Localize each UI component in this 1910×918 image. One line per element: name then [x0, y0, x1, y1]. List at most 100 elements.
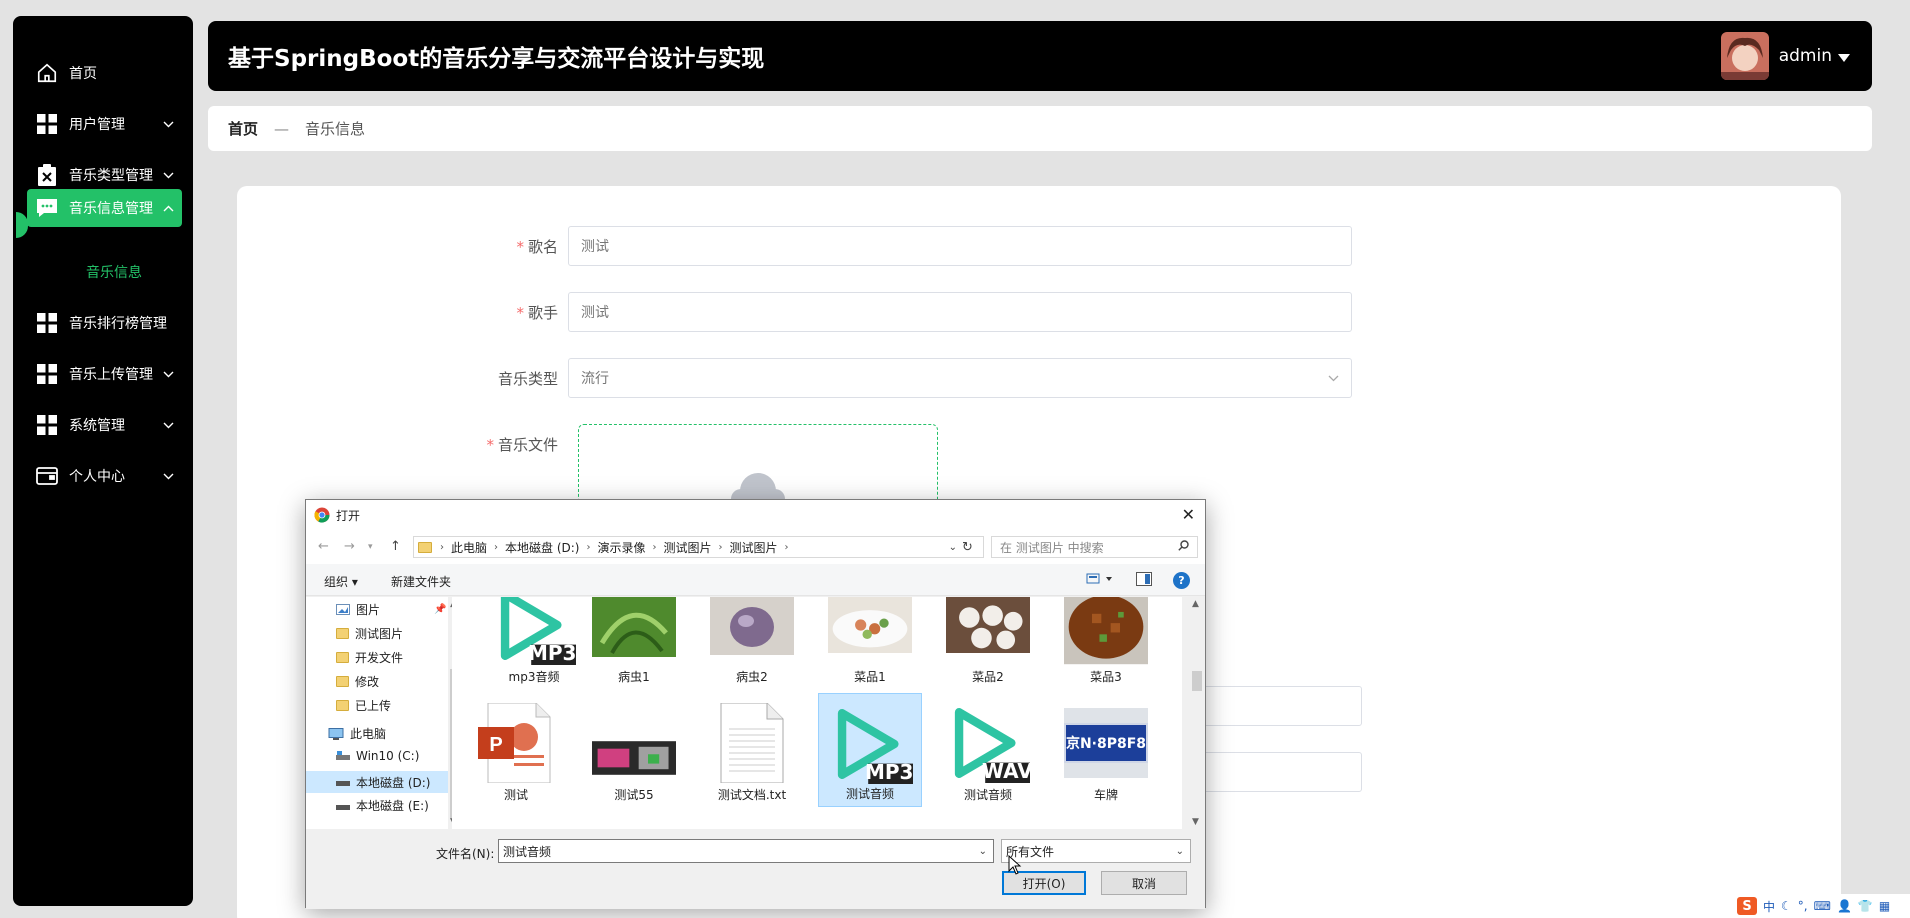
- tree-item-folder[interactable]: 已上传: [336, 697, 391, 714]
- sidebar-item-profile[interactable]: 个人中心: [27, 457, 182, 495]
- refresh-icon[interactable]: ↻: [962, 540, 973, 555]
- file-badge: MP3: [528, 641, 576, 665]
- media-file-icon: MP3: [492, 597, 576, 665]
- file-tile[interactable]: 病虫2: [700, 597, 804, 689]
- path-segment[interactable]: 本地磁盘 (D:): [505, 539, 579, 556]
- tree-item-drive[interactable]: Win10 (C:): [336, 749, 419, 763]
- folder-icon: [418, 541, 432, 553]
- image-thumbnail: [710, 597, 794, 665]
- forward-arrow-icon[interactable]: →: [344, 539, 355, 554]
- keyboard-icon[interactable]: ⌨: [1814, 899, 1831, 913]
- path-segment[interactable]: 此电脑: [451, 539, 487, 556]
- path-segment[interactable]: 演示录像: [597, 539, 645, 556]
- tree-item-drive[interactable]: 本地磁盘 (E:): [336, 797, 429, 814]
- file-name: 测试音频: [963, 788, 1012, 802]
- file-name: 菜品1: [854, 670, 886, 684]
- tree-item-drive-selected[interactable]: 本地磁盘 (D:): [306, 771, 450, 793]
- scroll-thumb[interactable]: [1192, 671, 1202, 691]
- help-icon[interactable]: ?: [1173, 572, 1190, 589]
- folder-tree: 图片 📌 测试图片 开发文件 修改 已上传 此电脑 Win10 (C:) 本地磁…: [306, 597, 451, 829]
- sidebar: 首页 用户管理 音乐类型管理 音乐信息管理 音乐信息 音乐排行榜管理 音乐上传管…: [13, 16, 193, 906]
- path-segment[interactable]: 测试图片: [730, 539, 778, 556]
- folder-icon: [336, 676, 349, 687]
- grid-icon: [35, 362, 59, 386]
- file-tile[interactable]: 测试文档.txt: [700, 693, 804, 807]
- sidebar-item-users[interactable]: 用户管理: [27, 105, 182, 143]
- chevron-down-icon[interactable]: ⌄: [979, 846, 987, 857]
- filename-input[interactable]: 测试音频 ⌄: [498, 839, 994, 863]
- ime-toolbar: S 中 ☾ °, ⌨ 👤 👕 ▦: [1733, 894, 1910, 918]
- grid-icon: [35, 413, 59, 437]
- image-thumbnail: [1064, 597, 1148, 665]
- file-tile[interactable]: P 测试: [464, 693, 568, 807]
- file-tile[interactable]: 菜品2: [936, 597, 1040, 689]
- media-file-icon: MP3: [829, 704, 913, 784]
- sogou-logo-icon[interactable]: S: [1737, 897, 1757, 915]
- tree-item-folder[interactable]: 开发文件: [336, 649, 403, 666]
- preview-pane-icon[interactable]: [1136, 572, 1152, 589]
- music-type-select[interactable]: 流行: [568, 358, 1352, 398]
- view-options-icon[interactable]: [1086, 572, 1114, 589]
- file-tile[interactable]: 京N·8P8F8 车牌: [1054, 693, 1158, 807]
- file-name: 测试文档.txt: [717, 788, 787, 802]
- moon-icon[interactable]: ☾: [1781, 899, 1792, 913]
- chevron-down-icon: [160, 121, 176, 128]
- punctuation-icon[interactable]: °,: [1798, 899, 1808, 913]
- sidebar-subitem-music-info[interactable]: 音乐信息: [86, 262, 142, 282]
- cancel-button[interactable]: 取消: [1101, 871, 1187, 895]
- sidebar-item-home[interactable]: 首页: [27, 54, 182, 92]
- file-tile[interactable]: 病虫1: [582, 597, 686, 689]
- singer-row: * 歌手 测试: [480, 292, 1352, 332]
- ppt-file-icon: P: [474, 703, 558, 783]
- file-tile[interactable]: 测试55: [582, 693, 686, 807]
- user-name[interactable]: admin: [1779, 46, 1832, 66]
- breadcrumb-home[interactable]: 首页: [228, 118, 258, 139]
- file-name: 菜品3: [1090, 670, 1122, 684]
- address-bar[interactable]: › 此电脑 › 本地磁盘 (D:) › 演示录像 › 测试图片 › 测试图片 › ⌄: [413, 536, 984, 558]
- chevron-down-icon: [160, 371, 176, 378]
- sidebar-item-system[interactable]: 系统管理: [27, 406, 182, 444]
- file-name: 病虫1: [618, 670, 650, 684]
- up-arrow-icon[interactable]: ↑: [390, 539, 401, 554]
- back-arrow-icon[interactable]: ←: [318, 539, 329, 554]
- tree-item-this-pc[interactable]: 此电脑: [328, 725, 386, 742]
- file-name: 测试55: [614, 788, 654, 802]
- search-input[interactable]: 在 测试图片 中搜索: [991, 536, 1198, 558]
- shirt-icon[interactable]: 👕: [1858, 899, 1873, 913]
- dialog-toolbar: 组织 ▾ 新建文件夹 ?: [306, 564, 1205, 596]
- user-icon[interactable]: 👤: [1837, 899, 1852, 913]
- tree-item-folder[interactable]: 修改: [336, 673, 379, 690]
- file-tile-selected[interactable]: MP3 测试音频: [818, 693, 922, 807]
- tree-item-folder[interactable]: 测试图片: [336, 625, 403, 642]
- singer-input[interactable]: 测试: [568, 292, 1352, 332]
- chevron-down-icon: [160, 172, 176, 179]
- new-folder-button[interactable]: 新建文件夹: [391, 573, 451, 590]
- file-tile[interactable]: WAV 测试音频: [936, 693, 1040, 807]
- files-scrollbar[interactable]: ▲ ▼: [1190, 597, 1204, 829]
- tree-item-pictures[interactable]: 图片 📌: [336, 601, 446, 618]
- song-name-input[interactable]: 测试: [568, 226, 1352, 266]
- file-tile[interactable]: 菜品3: [1054, 597, 1158, 689]
- grid-icon: [35, 112, 59, 136]
- scroll-down-icon[interactable]: ▼: [1192, 817, 1199, 827]
- sidebar-item-music-info[interactable]: 音乐信息管理: [27, 189, 182, 227]
- chevron-down-icon[interactable]: ⌄: [949, 542, 957, 553]
- path-segment[interactable]: 测试图片: [664, 539, 712, 556]
- sidebar-item-upload[interactable]: 音乐上传管理: [27, 355, 182, 393]
- avatar[interactable]: [1720, 32, 1769, 80]
- ime-language[interactable]: 中: [1763, 898, 1775, 915]
- filetype-select[interactable]: 所有文件 ⌄: [1001, 839, 1191, 863]
- sidebar-item-ranking[interactable]: 音乐排行榜管理: [27, 304, 182, 342]
- close-icon[interactable]: ✕: [1182, 505, 1195, 524]
- folder-icon: [336, 700, 349, 711]
- scroll-up-icon[interactable]: ▲: [1192, 599, 1199, 609]
- file-tile[interactable]: 菜品1: [818, 597, 922, 689]
- file-tile[interactable]: MP3 mp3音频: [482, 597, 586, 689]
- organize-button[interactable]: 组织 ▾: [324, 573, 358, 590]
- chevron-down-icon[interactable]: ▾: [368, 542, 373, 552]
- grid-icon[interactable]: ▦: [1879, 899, 1890, 913]
- caret-down-icon[interactable]: [1838, 47, 1850, 66]
- music-file-label: 音乐文件: [497, 435, 558, 454]
- sidebar-item-label: 首页: [69, 66, 97, 82]
- top-header: 基于SpringBoot的音乐分享与交流平台设计与实现 admin: [208, 21, 1872, 91]
